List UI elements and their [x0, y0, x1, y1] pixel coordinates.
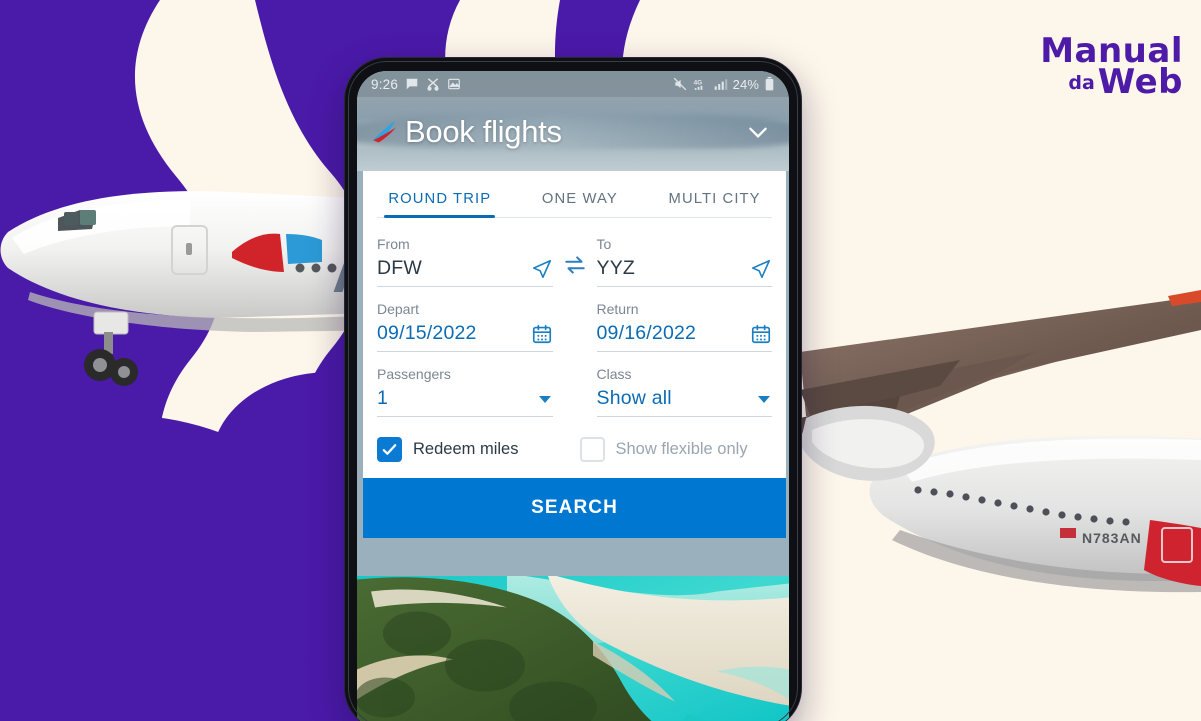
from-value: DFW — [377, 257, 422, 279]
class-label: Class — [596, 366, 632, 382]
svg-text:N783AN: N783AN — [1082, 530, 1142, 546]
passengers-field[interactable]: Passengers 1 — [377, 366, 553, 417]
swap-airports-button[interactable] — [553, 252, 597, 287]
4g-network-icon: 4G — [692, 77, 708, 91]
redeem-miles-option[interactable]: Redeem miles — [377, 437, 570, 462]
brand-word-web: Web — [1097, 62, 1183, 103]
return-label: Return — [596, 301, 639, 317]
from-label: From — [377, 236, 410, 252]
svg-text:4G: 4G — [693, 80, 702, 87]
depart-field[interactable]: Depart 09/15/2022 — [377, 301, 553, 352]
message-icon — [405, 77, 419, 91]
chevron-down-icon[interactable] — [743, 117, 773, 147]
dates-row: Depart 09/15/2022 Return 09/16/2022 — [377, 301, 772, 352]
origin-destination-row: From DFW To YYZ — [377, 236, 772, 287]
calendar-icon[interactable] — [531, 323, 553, 345]
signal-bars-icon — [713, 77, 728, 91]
show-flexible-only-checkbox[interactable] — [579, 437, 605, 462]
cut-icon — [426, 77, 440, 91]
image-icon — [447, 77, 461, 91]
battery-percentage: 24% — [732, 76, 759, 92]
passengers-class-row: Passengers 1 Class Show all — [377, 366, 772, 417]
status-bar-clock: 9:26 — [371, 76, 399, 92]
to-value: YYZ — [596, 257, 636, 279]
search-button[interactable]: SEARCH — [363, 478, 786, 538]
passengers-label: Passengers — [377, 366, 451, 382]
passengers-value: 1 — [377, 387, 389, 409]
battery-charging-icon — [764, 77, 775, 91]
form-fields: From DFW To YYZ Depart 09/15/2022 Return… — [363, 218, 786, 417]
calendar-icon[interactable] — [750, 323, 772, 345]
swap-arrows-icon — [564, 256, 585, 274]
to-label: To — [596, 236, 612, 252]
passengers-class-spacer — [553, 408, 597, 417]
brand-word-da: da — [1068, 72, 1095, 95]
trip-type-tabs: ROUND TRIP ONE WAY MULTI CITY — [363, 171, 786, 218]
location-send-icon[interactable] — [531, 258, 553, 280]
class-value: Show all — [596, 387, 672, 409]
booking-form-card: ROUND TRIP ONE WAY MULTI CITY From DFW T… — [363, 171, 786, 538]
show-flexible-only-label: Show flexible only — [615, 440, 748, 458]
class-field[interactable]: Class Show all — [596, 366, 772, 417]
depart-value: 09/15/2022 — [377, 322, 477, 344]
from-field[interactable]: From DFW — [377, 236, 553, 287]
location-send-icon[interactable] — [750, 258, 772, 280]
android-status-bar: 9:26 4G 24% — [357, 71, 789, 97]
chevron-down-icon[interactable] — [756, 391, 772, 407]
show-flexible-only-option[interactable]: Show flexible only — [570, 437, 773, 462]
tab-one-way[interactable]: ONE WAY — [517, 185, 644, 218]
return-field[interactable]: Return 09/16/2022 — [596, 301, 772, 352]
brand-logo: Manual daWeb — [1040, 34, 1183, 99]
redeem-miles-label: Redeem miles — [413, 440, 519, 458]
mute-icon — [673, 77, 687, 91]
tab-multi-city[interactable]: MULTI CITY — [643, 185, 786, 218]
destination-photo — [357, 576, 789, 721]
return-value: 09/16/2022 — [596, 322, 697, 344]
check-icon — [382, 444, 397, 455]
depart-label: Depart — [377, 301, 420, 317]
chevron-down-icon[interactable] — [537, 391, 553, 407]
to-field[interactable]: To YYZ — [596, 236, 772, 287]
brand-line-da-web: daWeb — [1040, 65, 1183, 99]
american-airlines-logo — [373, 120, 396, 143]
phone-screen: 9:26 4G 24% Book flights ROUND TRIP ONE … — [357, 71, 789, 721]
dates-spacer — [553, 343, 597, 352]
redeem-miles-checkbox[interactable] — [377, 437, 402, 462]
phone-device-frame: 9:26 4G 24% Book flights ROUND TRIP ONE … — [345, 58, 801, 721]
page-title: Book flights — [405, 114, 562, 149]
tab-round-trip[interactable]: ROUND TRIP — [363, 185, 517, 218]
screen-header: Book flights — [357, 101, 789, 163]
options-row: Redeem miles Show flexible only — [363, 417, 786, 478]
